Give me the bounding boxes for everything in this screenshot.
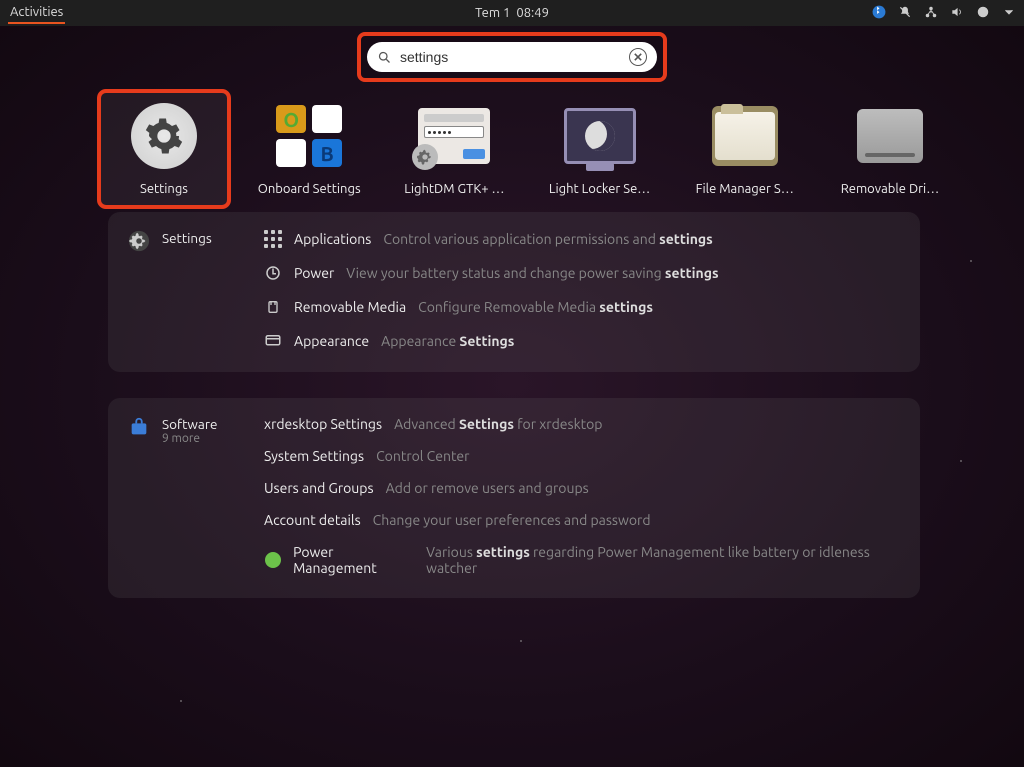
applications-grid-icon bbox=[264, 230, 282, 248]
settings-results-section: Settings Applications Control various ap… bbox=[108, 212, 920, 372]
removable-drive-icon bbox=[854, 102, 926, 170]
item-desc: Add or remove users and groups bbox=[386, 480, 589, 496]
appearance-icon bbox=[264, 332, 282, 350]
software-item-users-groups[interactable]: Users and Groups Add or remove users and… bbox=[264, 480, 900, 496]
software-results-section: Software 9 more xrdesktop Settings Advan… bbox=[108, 398, 920, 598]
software-item-xrdesktop[interactable]: xrdesktop Settings Advanced Settings for… bbox=[264, 416, 900, 432]
item-name: Removable Media bbox=[294, 299, 406, 315]
bluetooth-icon[interactable] bbox=[872, 5, 886, 22]
removable-media-icon bbox=[264, 298, 282, 316]
item-name: Account details bbox=[264, 512, 361, 528]
software-item-account-details[interactable]: Account details Change your user prefere… bbox=[264, 512, 900, 528]
item-name: Users and Groups bbox=[264, 480, 374, 496]
network-icon[interactable] bbox=[924, 5, 938, 22]
settings-icon bbox=[128, 102, 200, 170]
power-icon bbox=[264, 264, 282, 282]
file-manager-icon bbox=[709, 102, 781, 170]
software-item-power-management[interactable]: Power Management Various settings regard… bbox=[264, 544, 900, 576]
app-onboard-settings[interactable]: O B Onboard Settings bbox=[245, 92, 373, 206]
item-desc: Configure Removable Media settings bbox=[418, 299, 653, 315]
app-label: Settings bbox=[140, 182, 188, 196]
chevron-down-icon[interactable] bbox=[1002, 5, 1016, 22]
item-name: xrdesktop Settings bbox=[264, 416, 382, 432]
item-desc: Change your user preferences and passwor… bbox=[373, 512, 651, 528]
item-desc: Control various application permissions … bbox=[383, 231, 712, 247]
clock[interactable]: Tem 1 08:49 bbox=[475, 6, 549, 20]
app-label: Onboard Settings bbox=[258, 182, 361, 196]
item-desc: Appearance Settings bbox=[381, 333, 514, 349]
search-icon bbox=[377, 50, 392, 65]
notifications-muted-icon[interactable] bbox=[898, 5, 912, 22]
onboard-settings-icon: O B bbox=[273, 102, 345, 170]
app-label: File Manager S… bbox=[696, 182, 794, 196]
search-field[interactable] bbox=[367, 42, 657, 72]
software-item-system-settings[interactable]: System Settings Control Center bbox=[264, 448, 900, 464]
search-highlight-box bbox=[357, 32, 667, 82]
settings-item-applications[interactable]: Applications Control various application… bbox=[264, 230, 900, 248]
close-icon bbox=[634, 53, 642, 61]
power-icon[interactable] bbox=[976, 5, 990, 22]
item-desc: Control Center bbox=[376, 448, 469, 464]
app-label: Removable Dri… bbox=[841, 182, 939, 196]
light-locker-icon bbox=[564, 102, 636, 170]
item-name: Power bbox=[294, 265, 334, 281]
software-bag-icon bbox=[128, 416, 150, 438]
date-label: Tem 1 bbox=[475, 6, 510, 20]
app-label: LightDM GTK+ … bbox=[404, 182, 504, 196]
settings-item-removable-media[interactable]: Removable Media Configure Removable Medi… bbox=[264, 298, 900, 316]
section-title: Software bbox=[162, 416, 217, 432]
item-name: System Settings bbox=[264, 448, 364, 464]
app-label: Light Locker Se… bbox=[549, 182, 650, 196]
settings-item-power[interactable]: Power View your battery status and chang… bbox=[264, 264, 900, 282]
time-label: 08:49 bbox=[516, 6, 549, 20]
app-lightdm-gtk[interactable]: LightDM GTK+ … bbox=[390, 92, 518, 206]
app-light-locker[interactable]: Light Locker Se… bbox=[536, 92, 664, 206]
settings-gear-icon bbox=[128, 230, 150, 252]
clear-search-button[interactable] bbox=[629, 48, 647, 66]
section-subtitle[interactable]: 9 more bbox=[162, 432, 217, 445]
app-file-manager-settings[interactable]: File Manager S… bbox=[681, 92, 809, 206]
lightdm-icon bbox=[418, 102, 490, 170]
app-settings[interactable]: Settings bbox=[100, 92, 228, 206]
volume-icon[interactable] bbox=[950, 5, 964, 22]
item-desc: Various settings regarding Power Managem… bbox=[426, 544, 900, 576]
app-removable-drives[interactable]: Removable Dri… bbox=[826, 92, 954, 206]
item-name: Power Management bbox=[293, 544, 414, 576]
app-results-row: Settings O B Onboard Settings LightDM GT… bbox=[100, 92, 954, 206]
settings-item-appearance[interactable]: Appearance Appearance Settings bbox=[264, 332, 900, 350]
green-dot-icon bbox=[264, 551, 281, 569]
item-name: Applications bbox=[294, 231, 371, 247]
item-desc: Advanced Settings for xrdesktop bbox=[394, 416, 602, 432]
section-title: Settings bbox=[162, 230, 212, 246]
activities-button[interactable]: Activities bbox=[8, 2, 65, 24]
top-bar: Activities Tem 1 08:49 bbox=[0, 0, 1024, 26]
item-name: Appearance bbox=[294, 333, 369, 349]
item-desc: View your battery status and change powe… bbox=[346, 265, 718, 281]
search-input[interactable] bbox=[400, 49, 621, 65]
